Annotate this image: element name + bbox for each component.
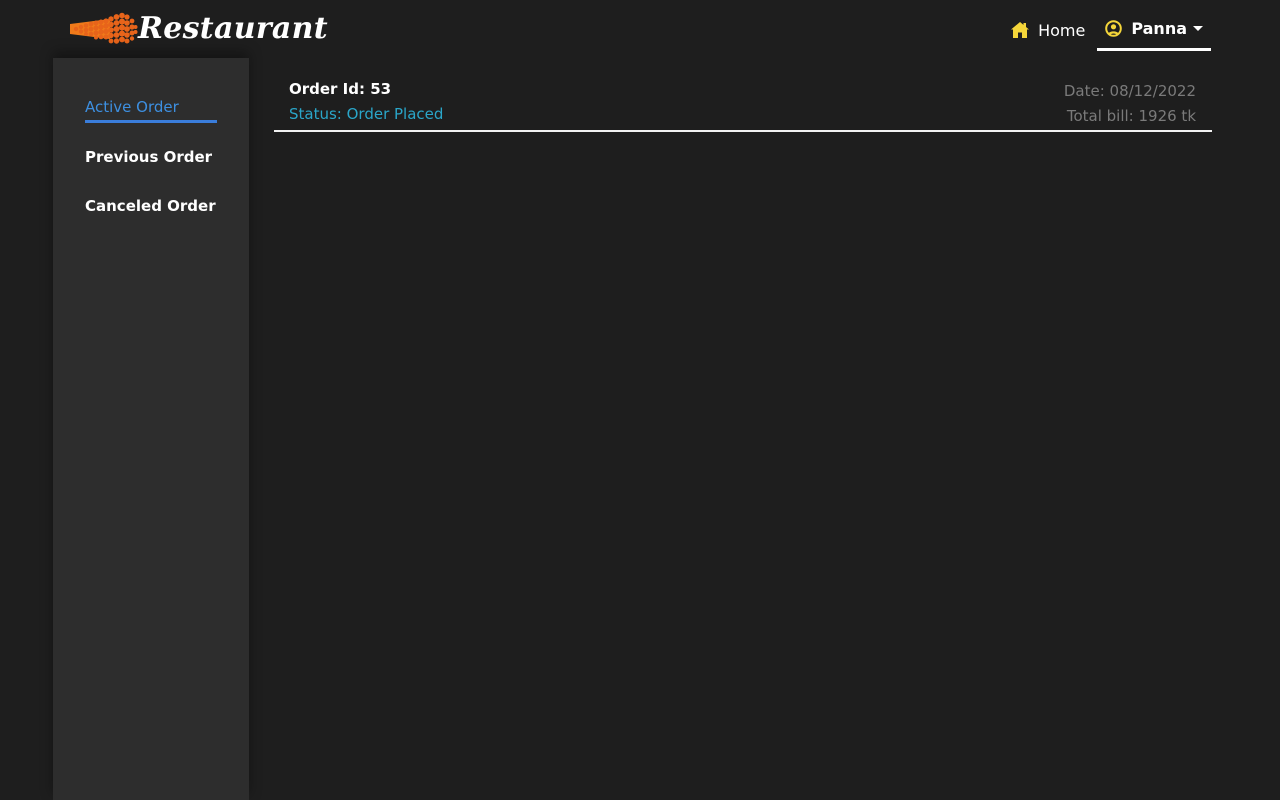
nav-right: Home Panna <box>1011 10 1211 51</box>
home-label: Home <box>1038 20 1086 40</box>
caret-down-icon <box>1193 26 1203 31</box>
restaurant-logo <box>70 12 138 44</box>
sidebar-item-previous-order[interactable]: Previous Order <box>85 148 212 166</box>
order-card[interactable]: Order Id: 53 Status: Order Placed Date: … <box>274 72 1212 132</box>
home-link[interactable]: Home <box>1011 21 1085 40</box>
order-status: Status: Order Placed <box>289 105 444 123</box>
navbar: Restaurant Home Panna <box>0 0 1280 58</box>
sidebar-item-canceled-order[interactable]: Canceled Order <box>85 197 216 215</box>
sidebar-item-active-order[interactable]: Active Order <box>85 98 217 123</box>
order-date: Date: 08/12/2022 <box>1063 82 1196 100</box>
user-menu-toggle[interactable]: Panna <box>1097 10 1211 51</box>
user-circle-icon <box>1105 20 1123 37</box>
brand[interactable]: Restaurant <box>70 10 328 48</box>
brand-name: Restaurant <box>138 11 328 46</box>
page: Restaurant Home Panna Active Order Previ… <box>0 0 1280 800</box>
user-name: Panna <box>1131 19 1187 38</box>
order-total-bill: Total bill: 1926 tk <box>1066 107 1196 125</box>
order-id: Order Id: 53 <box>289 80 392 98</box>
sidebar: Active Order Previous Order Canceled Ord… <box>53 58 249 800</box>
home-icon <box>1011 22 1030 38</box>
